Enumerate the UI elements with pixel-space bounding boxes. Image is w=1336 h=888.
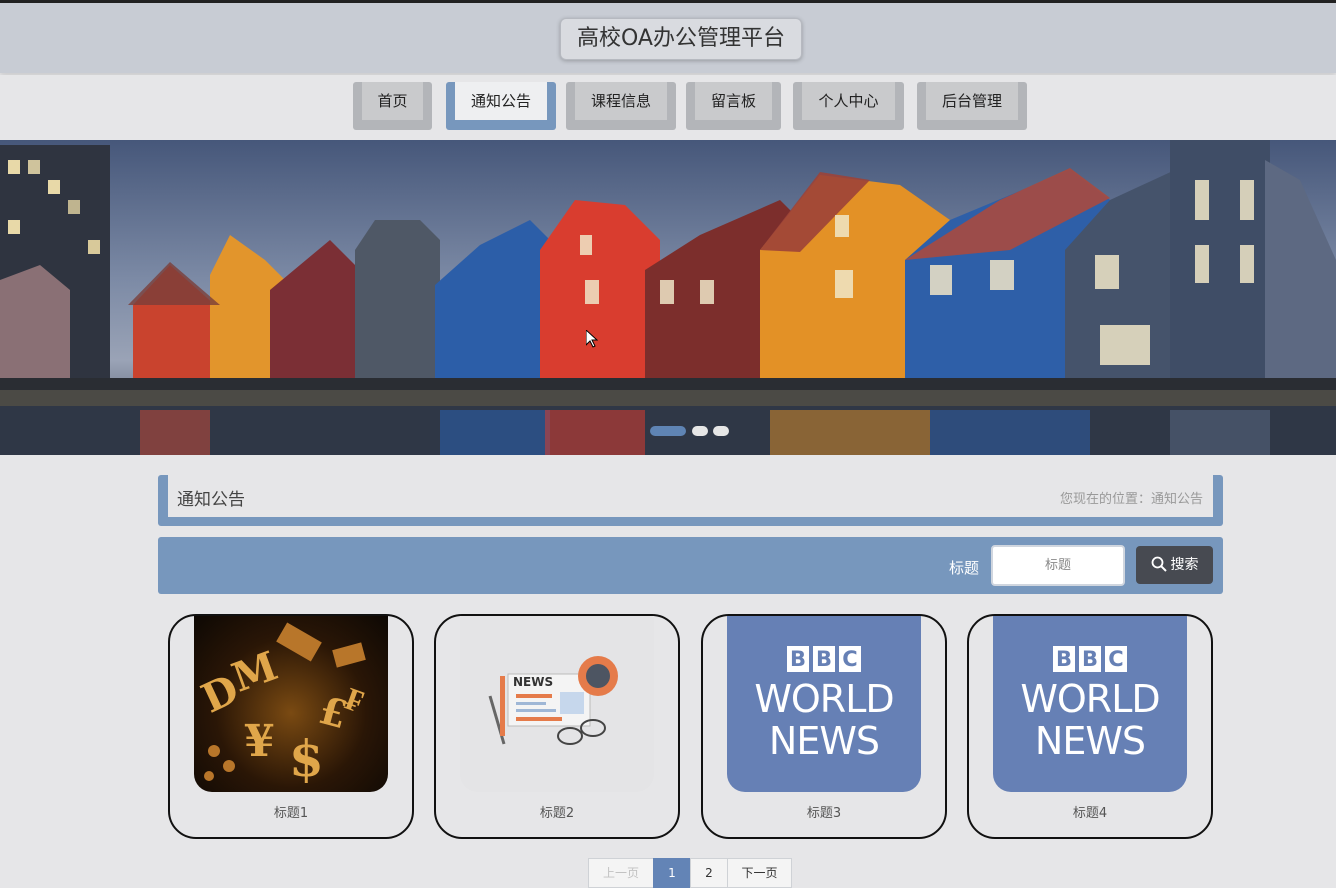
search-bar: 标题 搜索: [158, 537, 1223, 594]
breadcrumb-position: 您现在的位置：通知公告: [1059, 492, 1203, 507]
search-button[interactable]: 搜索: [1136, 546, 1213, 584]
news-illustration-image: NEWS: [460, 616, 654, 792]
nav-item-label: 后台管理: [926, 82, 1018, 120]
notice-card-1[interactable]: D M ¥ $ £ ₣ 标题1: [168, 614, 414, 839]
page-title: 通知公告: [177, 490, 245, 510]
card-title: 标题2: [539, 806, 575, 821]
bbc-world-news-logo: BBC WORLD NEWS: [727, 616, 921, 792]
nav-item-personal-center[interactable]: 个人中心: [793, 82, 904, 130]
card-title: 标题4: [1072, 806, 1108, 821]
logo-letter: B: [1079, 646, 1101, 672]
nav-item-message-board[interactable]: 留言板: [686, 82, 781, 130]
carousel-dot-1[interactable]: [650, 426, 686, 436]
notice-card-4[interactable]: BBC WORLD NEWS 标题4: [967, 614, 1213, 839]
nav-item-home[interactable]: 首页: [353, 82, 432, 130]
card-title: 标题1: [273, 806, 309, 821]
nav-item-notices[interactable]: 通知公告: [446, 82, 556, 130]
banner-carousel[interactable]: [0, 140, 1336, 455]
page-button-2[interactable]: 2: [690, 858, 728, 888]
card-title: 标题3: [806, 806, 842, 821]
carousel-dot-2[interactable]: [692, 426, 708, 436]
svg-text:¥: ¥: [244, 716, 275, 767]
logo-letter: B: [1053, 646, 1075, 672]
notice-card-3[interactable]: BBC WORLD NEWS 标题3: [701, 614, 947, 839]
nav-item-label: 课程信息: [575, 82, 667, 120]
logo-letter: C: [1105, 646, 1127, 672]
svg-text:$: $: [289, 729, 324, 788]
nav-item-courses[interactable]: 课程信息: [566, 82, 676, 130]
nav-item-admin[interactable]: 后台管理: [917, 82, 1027, 130]
logo-text-line: NEWS: [768, 719, 880, 763]
breadcrumb: 通知公告 您现在的位置：通知公告: [158, 475, 1223, 526]
nav-item-label: 留言板: [695, 82, 772, 120]
logo-text-line: WORLD: [754, 677, 894, 721]
prev-page-button[interactable]: 上一页: [588, 858, 654, 888]
finance-symbols-image: D M ¥ $ £ ₣: [194, 616, 388, 792]
site-header: 高校OA办公管理平台: [0, 3, 1336, 73]
carousel-dot-3[interactable]: [713, 426, 729, 436]
next-page-button[interactable]: 下一页: [727, 858, 792, 888]
search-input[interactable]: [991, 545, 1125, 586]
logo-letter: C: [839, 646, 861, 672]
nav-item-label: 首页: [362, 82, 423, 120]
main-nav: 首页 通知公告 课程信息 留言板 个人中心 后台管理: [0, 75, 1336, 140]
search-icon: [1151, 556, 1167, 572]
bbc-world-news-logo: BBC WORLD NEWS: [993, 616, 1187, 792]
banner-houses-image: [0, 140, 1336, 455]
logo-text-line: NEWS: [1034, 719, 1146, 763]
nav-item-label: 个人中心: [802, 82, 895, 120]
logo-text-line: WORLD: [1020, 677, 1160, 721]
logo-letter: B: [813, 646, 835, 672]
site-title: 高校OA办公管理平台: [560, 18, 802, 60]
page-button-1[interactable]: 1: [653, 858, 691, 888]
breadcrumb-panel: 通知公告 您现在的位置：通知公告: [168, 475, 1213, 517]
svg-text:NEWS: NEWS: [513, 675, 553, 689]
mouse-cursor-icon: [586, 330, 598, 348]
search-label: 标题: [949, 559, 980, 577]
logo-letter: B: [787, 646, 809, 672]
nav-item-label: 通知公告: [455, 82, 547, 120]
notice-card-2[interactable]: NEWS 标题2: [434, 614, 680, 839]
search-button-label: 搜索: [1170, 557, 1199, 573]
